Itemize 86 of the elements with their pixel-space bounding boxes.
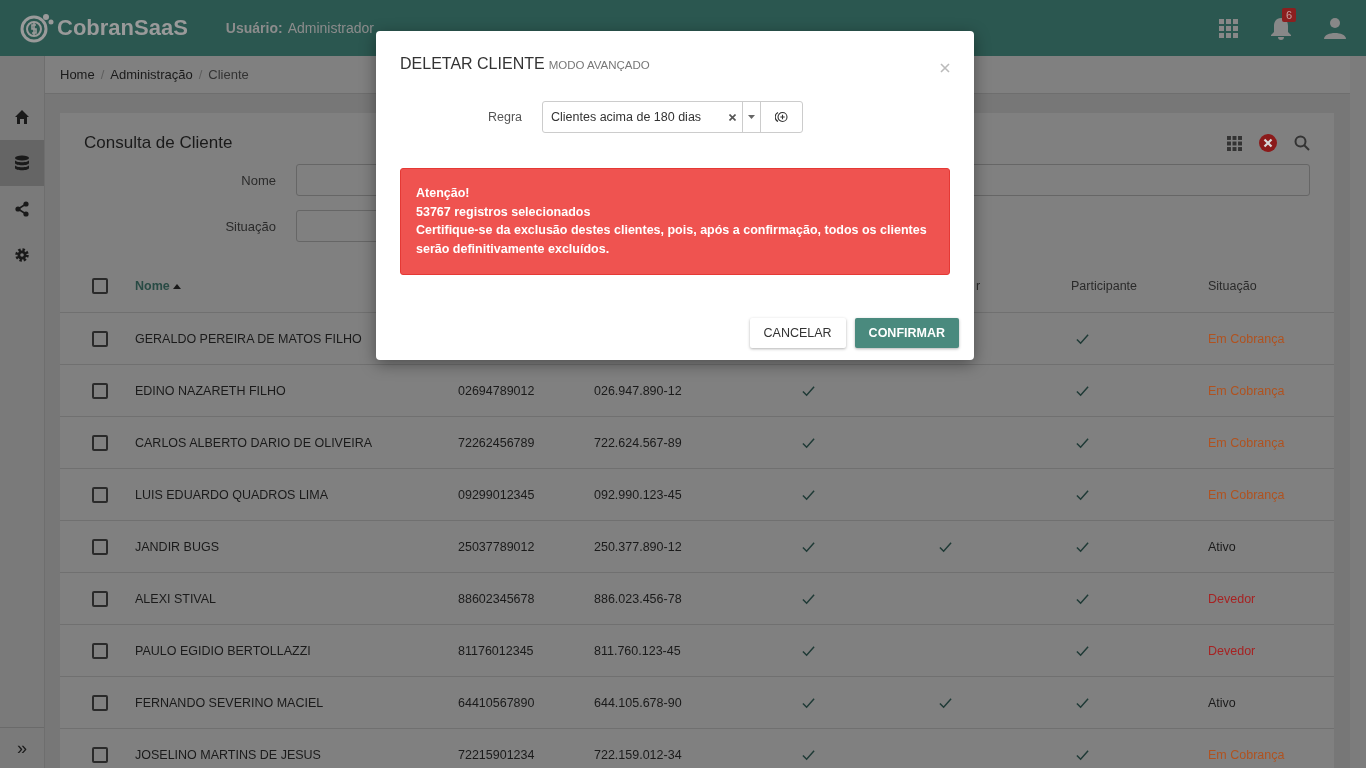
table-cell: EDINO NAZARETH FILHO (135, 383, 286, 398)
table-cell: 25037789012 (458, 539, 535, 554)
status-text: Ativo (1208, 539, 1236, 554)
dialog-subtitle: MODO AVANÇADO (548, 59, 651, 71)
alert-heading: Atenção! (416, 185, 471, 202)
table-cell: 88602345678 (458, 591, 535, 606)
table-cell: 644.105.678-90 (594, 695, 682, 710)
filter-label: Situação (224, 218, 277, 234)
status-text: Em Cobrança (1208, 331, 1285, 346)
app-logo: CobranSaaS (57, 15, 188, 41)
table-cell: JANDIR BUGS (135, 539, 220, 554)
close-icon (940, 63, 950, 73)
table-cell: ALEXI STIVAL (135, 591, 217, 606)
row-checkbox[interactable] (91, 642, 108, 659)
rule-select[interactable]: Clientes acima de 180 dias (542, 101, 803, 133)
row-checkbox[interactable] (91, 538, 108, 555)
table-cell: FERNANDO SEVERINO MACIEL (135, 695, 324, 710)
table-cell: 250.377.890-12 (594, 539, 682, 554)
table-cell: 72215901234 (458, 747, 535, 762)
user-icon[interactable] (1324, 17, 1346, 39)
dialog-title: DELETAR CLIENTE (400, 55, 545, 73)
row-checkbox[interactable] (91, 382, 108, 399)
table-cell: 092.990.123-45 (594, 487, 682, 502)
alert-count: 53767 registros selecionados (416, 203, 592, 221)
clear-icon[interactable] (1259, 134, 1277, 152)
breadcrumb-link[interactable]: Home (60, 67, 95, 82)
sidebar-item[interactable] (0, 140, 44, 186)
database-icon (14, 155, 30, 171)
row-checkbox[interactable] (91, 330, 108, 347)
status-text: Em Cobrança (1208, 747, 1285, 762)
rule-label: Regra (486, 110, 523, 124)
breadcrumb-separator: / (100, 67, 105, 82)
row-checkbox[interactable] (91, 694, 108, 711)
grid-icon[interactable] (1227, 135, 1242, 151)
settings-icon (14, 247, 30, 263)
status-text: Em Cobrança (1208, 487, 1285, 502)
select-value: Clientes acima de 180 dias (550, 109, 703, 126)
table-cell: 02694789012 (458, 383, 535, 398)
home-icon (14, 109, 30, 125)
alert-message: Certifique-se da exclusão destes clientes, pois, após a confirmação, todos os clientes serão definitivamente excluídos. (416, 222, 928, 258)
sort-up-icon (173, 284, 182, 290)
table-cell: PAULO EGIDIO BERTOLLAZZI (135, 643, 311, 658)
notification-badge: 6 (1282, 8, 1297, 22)
card-title: Consulta de Cliente (84, 133, 234, 153)
expand-sidebar-button[interactable]: » (0, 727, 44, 768)
table-cell: 722.624.567-89 (594, 435, 682, 450)
user-label: Usuário: (225, 20, 283, 36)
table-cell: 886.023.456-78 (594, 591, 682, 606)
table-cell: 811.760.123-45 (594, 643, 681, 658)
share-icon (14, 201, 30, 217)
dollar-coin-icon (20, 13, 54, 43)
status-text: Ativo (1208, 695, 1236, 710)
status-text: Em Cobrança (1208, 435, 1285, 450)
apps-grid-icon[interactable] (1219, 18, 1238, 38)
table-cell: 722.159.012-34 (594, 747, 682, 762)
table-cell: 026.947.890-12 (594, 383, 682, 398)
user-name: Administrador (287, 20, 374, 36)
row-checkbox[interactable] (91, 486, 108, 503)
table-cell: 72262456789 (458, 435, 535, 450)
status-text: Devedor (1208, 591, 1256, 606)
table-cell: LUIS EDUARDO QUADROS LIMA (135, 487, 329, 502)
row-checkbox[interactable] (91, 434, 108, 451)
caret-icon[interactable] (748, 115, 755, 119)
row-checkbox[interactable] (91, 590, 108, 607)
column-header[interactable]: Situação (1208, 279, 1257, 293)
clear-icon[interactable] (728, 113, 736, 121)
filter-label: Nome (240, 172, 277, 188)
table-cell: GERALDO PEREIRA DE MATOS FILHO (135, 331, 362, 346)
add-circle-icon (775, 111, 788, 123)
cancel-button[interactable]: CANCELAR (749, 318, 846, 348)
status-text: Em Cobrança (1208, 383, 1285, 398)
table-cell: JOSELINO MARTINS DE JESUS (135, 747, 321, 762)
search-icon[interactable] (1294, 135, 1310, 151)
breadcrumb-current: Cliente (208, 67, 249, 82)
table-cell: 64410567890 (458, 695, 535, 710)
column-header[interactable]: Participante (1071, 279, 1137, 293)
select-all-checkbox[interactable] (91, 278, 108, 294)
column-header[interactable]: Nome (135, 279, 182, 293)
table-cell: 81176012345 (458, 643, 534, 658)
row-checkbox[interactable] (91, 746, 108, 763)
table-cell: CARLOS ALBERTO DARIO DE OLIVEIRA (135, 435, 373, 450)
confirm-button[interactable]: CONFIRMAR (854, 318, 959, 348)
table-cell: 09299012345 (458, 487, 535, 502)
breadcrumb-separator: / (198, 67, 203, 82)
breadcrumb-link[interactable]: Administração (110, 67, 193, 82)
status-text: Devedor (1208, 643, 1256, 658)
